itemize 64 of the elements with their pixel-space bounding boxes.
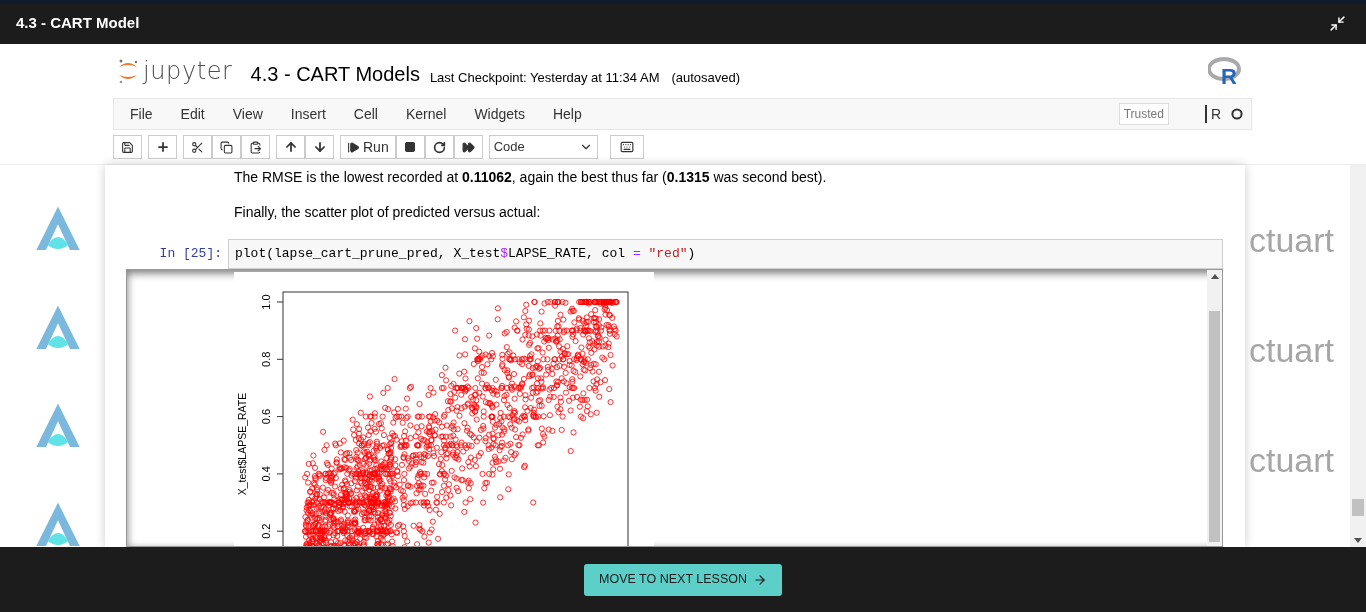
axis-tick-label: 0.8 bbox=[260, 351, 272, 367]
menu-item[interactable]: Kernel bbox=[393, 103, 459, 125]
scrollbar-thumb[interactable] bbox=[1209, 311, 1220, 542]
save-icon bbox=[121, 140, 134, 154]
menu-item[interactable]: File bbox=[118, 103, 165, 125]
copy-button[interactable] bbox=[212, 135, 241, 159]
menu-item[interactable]: Cell bbox=[341, 103, 390, 125]
scissors-icon bbox=[191, 140, 204, 154]
move-up-button[interactable] bbox=[276, 135, 305, 159]
axis-tick-label: 0.2 bbox=[260, 523, 272, 539]
background-logo-text: ctuart bbox=[1248, 440, 1335, 481]
menu-item[interactable]: Insert bbox=[278, 103, 338, 125]
fast-forward-icon bbox=[461, 140, 475, 154]
menu-item[interactable]: View bbox=[220, 103, 275, 125]
checkpoint-text: Last Checkpoint: Yesterday at 11:34 AM bbox=[429, 71, 660, 84]
keyboard-shortcuts-button[interactable] bbox=[609, 135, 644, 159]
kernel-name: R bbox=[1204, 105, 1221, 123]
restart-button[interactable] bbox=[424, 135, 454, 159]
menu-item[interactable]: Help bbox=[540, 103, 594, 125]
page-scrollbar[interactable] bbox=[1350, 165, 1366, 547]
scroll-down-icon[interactable] bbox=[1354, 538, 1362, 543]
copy-icon bbox=[220, 140, 233, 154]
jupyter-logo-text: jupyter bbox=[143, 59, 233, 83]
axis-label: X_test$LAPSE_RATE bbox=[236, 392, 248, 496]
notebook-title[interactable]: 4.3 - CART Models bbox=[250, 64, 420, 84]
trusted-badge[interactable]: Trusted bbox=[1118, 103, 1169, 125]
collapse-icon[interactable] bbox=[1329, 15, 1346, 32]
background-logo-text: ctuart bbox=[1248, 330, 1335, 371]
square-icon bbox=[404, 141, 417, 153]
cell-type-select[interactable]: Code bbox=[488, 135, 598, 159]
cut-button[interactable] bbox=[183, 135, 212, 159]
scrollbar-thumb[interactable] bbox=[1352, 499, 1364, 516]
save-button[interactable] bbox=[113, 135, 142, 159]
clipboard-icon bbox=[249, 140, 262, 154]
arrow-right-icon bbox=[753, 572, 767, 587]
axis-tick-label: 0.4 bbox=[260, 466, 272, 482]
jupyter-logo-icon bbox=[117, 58, 139, 84]
output-scrollbar[interactable] bbox=[1207, 270, 1222, 546]
window-title: 4.3 - CART Model bbox=[16, 13, 140, 34]
add-cell-button[interactable] bbox=[148, 135, 177, 159]
run-all-button[interactable] bbox=[453, 135, 483, 159]
cell-prompt: In [25]: bbox=[158, 245, 223, 264]
code-input[interactable]: plot(lapse_cart_prune_pred, X_test$LAPSE_RATE, col = "red") bbox=[228, 239, 1223, 269]
run-button[interactable]: Run bbox=[340, 135, 396, 159]
step-forward-icon bbox=[347, 140, 360, 154]
axis-tick-label: 1.0 bbox=[260, 294, 272, 310]
menu-item[interactable]: Widgets bbox=[462, 103, 537, 125]
next-lesson-button[interactable]: MOVE TO NEXT LESSON bbox=[584, 563, 782, 596]
restart-icon bbox=[432, 140, 446, 154]
plus-icon bbox=[155, 140, 170, 154]
scroll-up-icon[interactable] bbox=[1210, 274, 1219, 279]
background-logo-text: ctuart bbox=[1248, 220, 1335, 261]
axis-tick-label: 0.6 bbox=[260, 408, 272, 425]
move-down-button[interactable] bbox=[305, 135, 334, 159]
keyboard-icon bbox=[619, 140, 634, 154]
markdown-text: The RMSE is the lowest recorded at 0.11062, again the best thus far (0.1315 was second best). bbox=[233, 168, 828, 187]
autosave-status: (autosaved) bbox=[671, 71, 741, 84]
paste-button[interactable] bbox=[241, 135, 270, 159]
menu-item[interactable]: Edit bbox=[168, 103, 217, 125]
kernel-idle-icon bbox=[1231, 108, 1243, 120]
arrow-down-icon bbox=[312, 140, 327, 154]
markdown-text: Finally, the scatter plot of predicted versus actual: bbox=[233, 203, 542, 222]
stop-button[interactable] bbox=[395, 135, 425, 159]
arrow-up-icon bbox=[283, 140, 298, 154]
